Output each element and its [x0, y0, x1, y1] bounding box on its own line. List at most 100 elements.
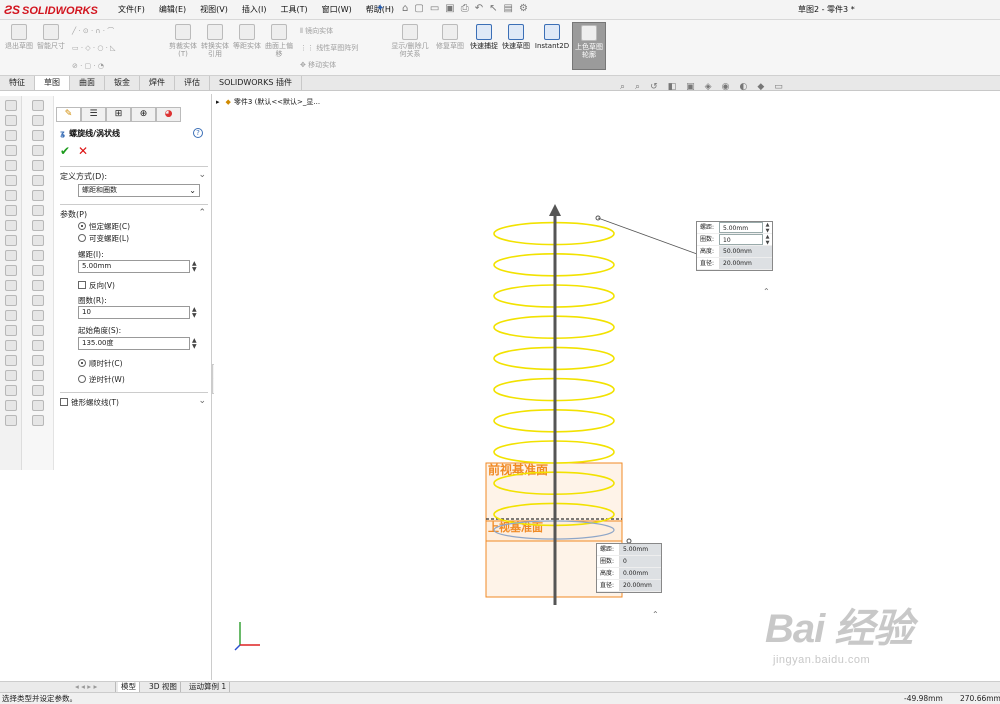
tab-3d-views[interactable]: 3D 视图	[146, 682, 181, 692]
toolbar-icon[interactable]	[4, 130, 17, 141]
convert-entities-button[interactable]: 转换实体引用	[200, 24, 230, 58]
toolbar-icon[interactable]	[31, 325, 44, 336]
start-angle-spinner[interactable]: ▲ ▼	[192, 338, 200, 350]
instant2d-button[interactable]: Instant2D	[534, 24, 570, 50]
feature-manager-tab[interactable]: ✎	[56, 107, 81, 122]
toolbar-icon[interactable]	[4, 355, 17, 366]
offset-entities-button[interactable]: 等距实体	[232, 24, 262, 50]
menu-view[interactable]: 视图(V)	[200, 4, 228, 15]
toolbar-icon[interactable]	[31, 235, 44, 246]
display-manager-tab[interactable]: ◕	[156, 107, 181, 122]
menu-tools[interactable]: 工具(T)	[280, 4, 307, 15]
rapid-sketch-button[interactable]: 快速草图	[502, 24, 530, 50]
move-entities-button[interactable]: ✥ 移动实体	[300, 60, 336, 70]
tab-scroll-arrows[interactable]: ◂ ◂ ▸ ▸	[72, 682, 116, 692]
tab-sketch[interactable]: 草图	[35, 76, 70, 90]
options-gear-icon[interactable]: ⚙	[519, 3, 528, 14]
toolbar-icon[interactable]	[4, 190, 17, 201]
revolutions-spinner[interactable]: ▲ ▼	[192, 307, 200, 319]
toolbar-icon[interactable]	[4, 385, 17, 396]
toolbar-icon[interactable]	[31, 100, 44, 111]
toolbar-icon[interactable]	[31, 205, 44, 216]
select-icon[interactable]: ↖	[489, 3, 497, 14]
previous-view-icon[interactable]: ↺	[650, 82, 658, 92]
toolbar-icon[interactable]	[31, 385, 44, 396]
revolutions-field[interactable]: 10	[78, 306, 190, 319]
helix-callout-top[interactable]: 螺距: 5.00mm ▲ ▼ 圈数: 10 ▲ ▼ 高度: 50.00mm 直径: 20.00m…	[696, 221, 773, 271]
toolbar-icon[interactable]	[31, 370, 44, 381]
linear-pattern-button[interactable]: ⋮⋮ 线性草图阵列	[300, 43, 358, 53]
toolbar-icon[interactable]	[4, 265, 17, 276]
scene-icon[interactable]: ◆	[757, 82, 764, 92]
menu-window[interactable]: 窗口(W)	[322, 4, 352, 15]
smart-dimension-button[interactable]: 智能尺寸	[36, 24, 66, 50]
shaded-sketch-contours-button[interactable]: 上色草图轮廓	[572, 22, 606, 70]
point-text-tools[interactable]: ⊘ · ▢ · ◔	[72, 62, 104, 70]
toolbar-icon[interactable]	[4, 340, 17, 351]
rectangle-polygon-tools[interactable]: ▭ · ◇ · ○ · ◺	[72, 44, 116, 52]
home-icon[interactable]: ⌂	[402, 3, 408, 14]
toolbar-icon[interactable]	[4, 160, 17, 171]
clockwise-radio[interactable]: 顺时针(C)	[78, 358, 123, 369]
tapered-helix-checkbox[interactable]: 锥形螺纹线(T)	[60, 397, 119, 408]
zoom-area-icon[interactable]: ⌕	[635, 82, 640, 92]
toolbar-icon[interactable]	[31, 220, 44, 231]
ok-button[interactable]: ✔	[60, 144, 70, 158]
zoom-to-fit-icon[interactable]: ⌕	[620, 82, 625, 92]
mirror-entities-button[interactable]: ⫴ 镜向实体	[300, 26, 333, 36]
display-relations-button[interactable]: 显示/删除几何关系	[390, 24, 430, 58]
variable-pitch-radio[interactable]: 可变螺距(L)	[78, 233, 129, 244]
toolbar-icon[interactable]	[31, 310, 44, 321]
menu-edit[interactable]: 编辑(E)	[159, 4, 186, 15]
toolbar-icon[interactable]	[31, 355, 44, 366]
view-settings-icon[interactable]: ▭	[774, 82, 783, 92]
toolbar-icon[interactable]	[4, 115, 17, 126]
open-icon[interactable]: ▭	[430, 3, 439, 14]
hide-show-icon[interactable]: ◉	[722, 82, 730, 92]
toolbar-icon[interactable]	[4, 220, 17, 231]
toolbar-icon[interactable]	[31, 115, 44, 126]
toolbar-icon[interactable]	[31, 280, 44, 291]
toolbar-icon[interactable]	[4, 295, 17, 306]
toolbar-icon[interactable]	[31, 400, 44, 411]
toolbar-icon[interactable]	[4, 175, 17, 186]
appearance-icon[interactable]: ◐	[739, 82, 747, 92]
toolbar-icon[interactable]	[31, 250, 44, 261]
pitch-spinner[interactable]: ▲ ▼	[192, 261, 200, 273]
callout-revolutions-field[interactable]: 10	[719, 234, 763, 245]
new-document-icon[interactable]: ▢	[414, 3, 423, 14]
callout-collapse-icon[interactable]: ⌃	[652, 610, 659, 619]
constant-pitch-radio[interactable]: 恒定螺距(C)	[78, 221, 130, 232]
tab-features[interactable]: 特征	[0, 76, 35, 90]
cancel-button[interactable]: ✕	[78, 144, 88, 158]
rebuild-icon[interactable]: ▤	[504, 3, 513, 14]
toolbar-icon[interactable]	[31, 145, 44, 156]
toolbar-icon[interactable]	[4, 400, 17, 411]
trim-entities-button[interactable]: 剪裁实体(T)	[166, 24, 200, 58]
line-circle-arc-tools[interactable]: ╱ · ⊙ · ∩ · ⌒	[72, 26, 114, 36]
tab-surfaces[interactable]: 曲面	[70, 76, 105, 90]
toolbar-icon[interactable]	[31, 160, 44, 171]
toolbar-icon[interactable]	[4, 310, 17, 321]
start-angle-field[interactable]: 135.00度	[78, 337, 190, 350]
reverse-checkbox[interactable]: 反向(V)	[78, 280, 115, 291]
toolbar-icon[interactable]	[4, 100, 17, 111]
tab-model[interactable]: 模型	[118, 682, 140, 692]
pitch-field[interactable]: 5.00mm	[78, 260, 190, 273]
print-icon[interactable]: ⎙	[461, 3, 469, 14]
tab-sheet-metal[interactable]: 钣金	[105, 76, 140, 90]
tab-solidworks-addins[interactable]: SOLIDWORKS 插件	[210, 76, 302, 90]
toolbar-icon[interactable]	[4, 415, 17, 426]
toolbar-icon[interactable]	[4, 205, 17, 216]
configuration-manager-tab[interactable]: ⊞	[106, 107, 131, 122]
help-icon[interactable]: ?	[193, 128, 203, 138]
toolbar-icon[interactable]	[31, 265, 44, 276]
repair-sketch-button[interactable]: 修复草图	[434, 24, 466, 50]
expand-chevron-icon[interactable]: ⌄	[198, 396, 206, 406]
stepper-icon[interactable]: ▲ ▼	[763, 222, 772, 234]
expand-arrow-icon[interactable]: ▸	[216, 98, 220, 106]
menu-insert[interactable]: 插入(I)	[242, 4, 267, 15]
dimxpert-tab[interactable]: ⊕	[131, 107, 156, 122]
collapse-chevron-icon[interactable]: ⌄	[198, 170, 206, 180]
toolbar-icon[interactable]	[31, 130, 44, 141]
